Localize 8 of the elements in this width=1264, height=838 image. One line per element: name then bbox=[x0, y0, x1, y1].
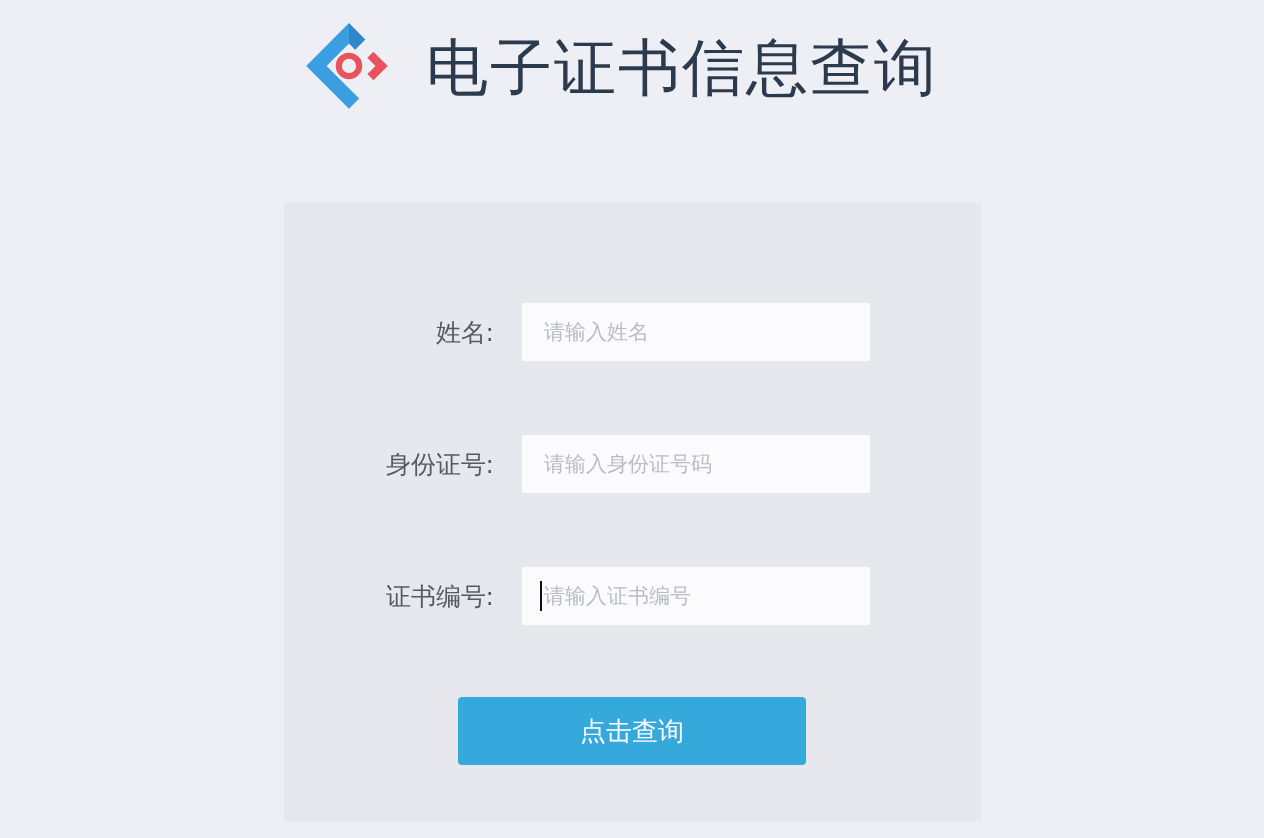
submit-button[interactable]: 点击查询 bbox=[458, 697, 806, 765]
field-label: 姓名: bbox=[435, 316, 494, 349]
page-title: 电子证书信息查询 bbox=[426, 29, 938, 106]
field-label: 证书编号: bbox=[385, 580, 494, 613]
input-field[interactable]: 请输入身份证号码 bbox=[522, 435, 870, 493]
input-field[interactable]: 请输入证书编号 bbox=[522, 567, 870, 625]
field-label: 身份证号: bbox=[385, 448, 494, 481]
input-field[interactable]: 请输入姓名 bbox=[522, 303, 870, 361]
